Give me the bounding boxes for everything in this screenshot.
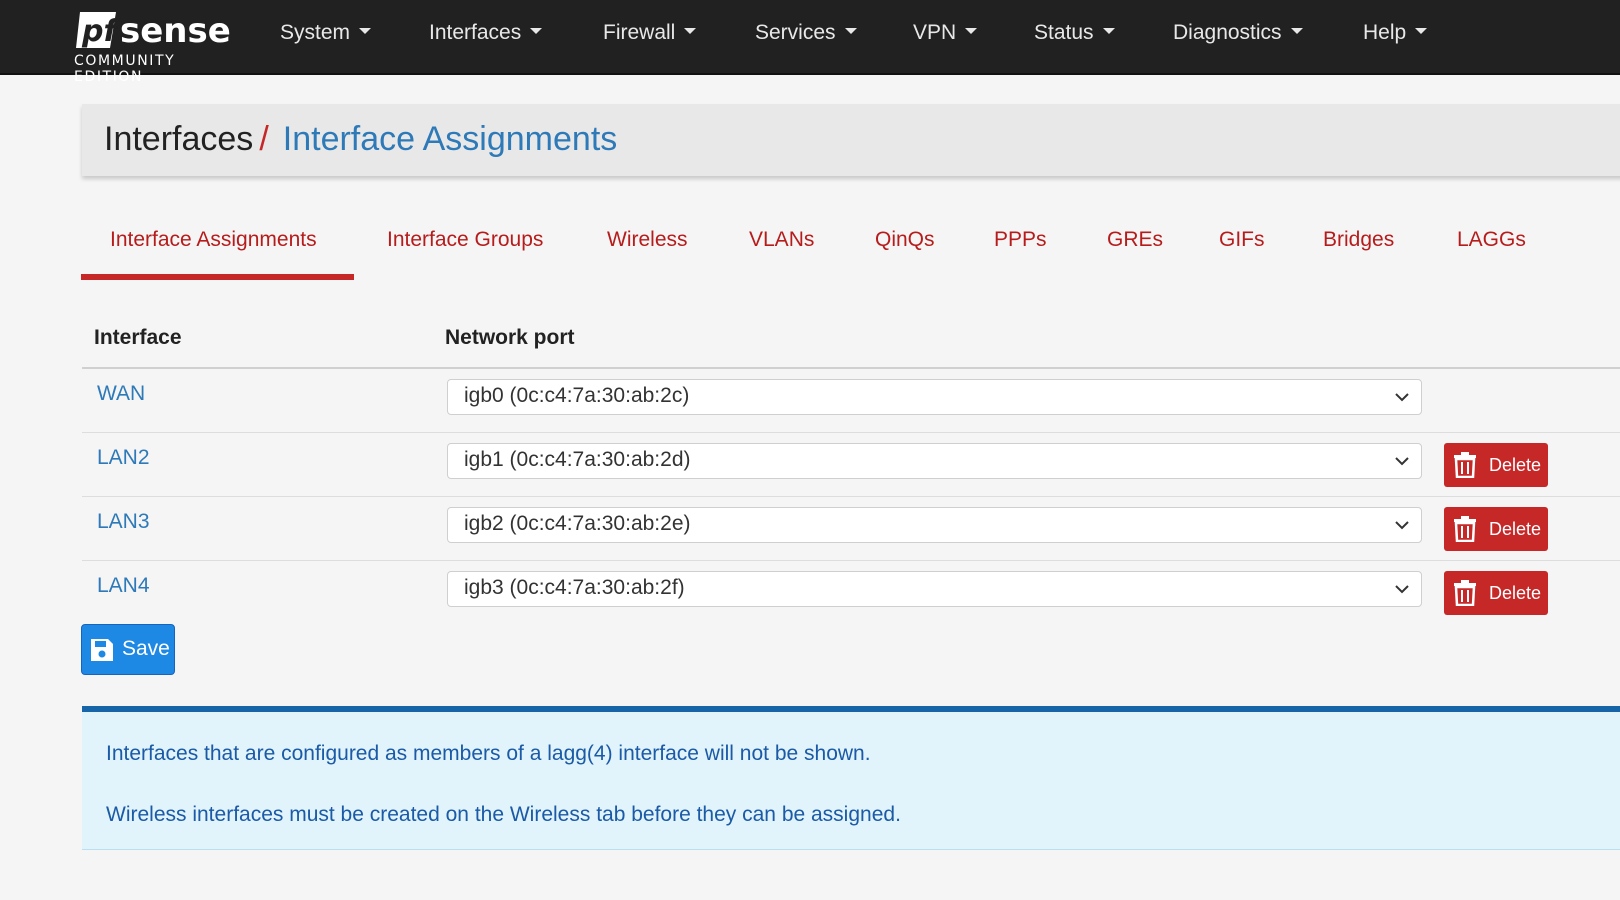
interface-link-wan[interactable]: WAN: [97, 382, 145, 406]
tab-qinqs[interactable]: QinQs: [875, 228, 935, 278]
delete-button-lan2[interactable]: Delete: [1444, 443, 1548, 487]
trash-icon: [1454, 452, 1476, 478]
select-value: igb1 (0c:c4:7a:30:ab:2d): [464, 448, 691, 471]
chevron-down-icon: [1395, 393, 1409, 402]
column-header-network-port: Network port: [445, 326, 575, 349]
nav-item-label: Interfaces: [429, 21, 522, 44]
breadcrumb-panel: Interfaces / Interface Assignments: [82, 104, 1620, 176]
row-divider: [82, 496, 1620, 497]
interface-link-lan4[interactable]: LAN4: [97, 574, 150, 598]
tab-interface-assignments[interactable]: Interface Assignments: [110, 228, 317, 278]
interface-link-lan3[interactable]: LAN3: [97, 510, 150, 534]
nav-services-menu[interactable]: Services: [755, 18, 857, 48]
tab-gres[interactable]: GREs: [1107, 228, 1163, 278]
tab-gifs[interactable]: GIFs: [1219, 228, 1265, 278]
tab-ppps[interactable]: PPPs: [994, 228, 1047, 278]
caret-down-icon: [965, 28, 978, 35]
nav-item-label: Firewall: [603, 21, 676, 44]
chevron-down-icon: [1395, 521, 1409, 530]
nav-vpn-menu[interactable]: VPN: [913, 18, 978, 48]
nav-firewall-menu[interactable]: Firewall: [603, 18, 697, 48]
pfsense-logo[interactable]: pf sense COMMUNITY EDITION: [74, 4, 244, 85]
nav-item-label: Diagnostics: [1173, 21, 1282, 44]
chevron-down-icon: [1395, 457, 1409, 466]
nav-system-menu[interactable]: System: [280, 18, 372, 48]
caret-down-icon: [1102, 28, 1115, 35]
nav-help-menu[interactable]: Help: [1363, 18, 1428, 48]
svg-text:sense: sense: [120, 11, 231, 51]
tab-laggs[interactable]: LAGGs: [1457, 228, 1526, 278]
row-divider: [82, 560, 1620, 561]
column-header-interface: Interface: [94, 326, 182, 349]
caret-down-icon: [359, 28, 372, 35]
info-text-wireless: Wireless interfaces must be created on t…: [106, 803, 901, 826]
tab-interface-groups[interactable]: Interface Groups: [387, 228, 543, 278]
delete-label: Delete: [1489, 583, 1542, 603]
network-port-select-wan[interactable]: igb0 (0c:c4:7a:30:ab:2c): [447, 379, 1422, 415]
caret-down-icon: [1415, 28, 1428, 35]
info-text-lagg: Interfaces that are configured as member…: [106, 742, 871, 765]
table-header-divider: [82, 367, 1620, 369]
breadcrumb: Interfaces / Interface Assignments: [104, 120, 617, 159]
nav-diagnostics-menu[interactable]: Diagnostics: [1173, 18, 1303, 48]
caret-down-icon: [844, 28, 857, 35]
select-value: igb0 (0c:c4:7a:30:ab:2c): [464, 384, 690, 407]
svg-text:pf: pf: [81, 14, 120, 49]
breadcrumb-parent: Interfaces: [104, 120, 254, 158]
delete-label: Delete: [1489, 455, 1542, 475]
active-tab-indicator: [81, 274, 354, 280]
caret-down-icon: [530, 28, 543, 35]
info-alert: Interfaces that are configured as member…: [82, 706, 1620, 850]
nav-item-label: System: [280, 21, 351, 44]
nav-item-label: Services: [755, 21, 836, 44]
save-label: Save: [122, 637, 170, 660]
delete-label: Delete: [1489, 519, 1542, 539]
edition-label: COMMUNITY EDITION: [74, 53, 176, 85]
delete-button-lan4[interactable]: Delete: [1444, 571, 1548, 615]
pfsense-logo-mark: pf sense: [76, 11, 231, 51]
nav-item-label: Help: [1363, 21, 1407, 44]
row-divider: [82, 432, 1620, 433]
caret-down-icon: [1290, 28, 1303, 35]
network-port-select-lan2[interactable]: igb1 (0c:c4:7a:30:ab:2d): [447, 443, 1422, 479]
caret-down-icon: [684, 28, 697, 35]
nav-item-label: VPN: [913, 21, 957, 44]
chevron-down-icon: [1395, 585, 1409, 594]
nav-item-label: Status: [1034, 21, 1094, 44]
floppy-disk-icon: [91, 639, 113, 661]
top-navbar: pf sense COMMUNITY EDITION System Interf…: [0, 0, 1620, 85]
breadcrumb-separator: /: [259, 120, 269, 158]
select-value: igb3 (0c:c4:7a:30:ab:2f): [464, 576, 685, 599]
nav-interfaces-menu[interactable]: Interfaces: [429, 18, 543, 48]
save-button[interactable]: Save: [81, 624, 175, 675]
trash-icon: [1454, 516, 1476, 542]
select-value: igb2 (0c:c4:7a:30:ab:2e): [464, 512, 691, 535]
delete-button-lan3[interactable]: Delete: [1444, 507, 1548, 551]
tab-vlans[interactable]: VLANs: [749, 228, 814, 278]
trash-icon: [1454, 580, 1476, 606]
tab-bridges[interactable]: Bridges: [1323, 228, 1394, 278]
network-port-select-lan3[interactable]: igb2 (0c:c4:7a:30:ab:2e): [447, 507, 1422, 543]
nav-status-menu[interactable]: Status: [1034, 18, 1115, 48]
tab-wireless[interactable]: Wireless: [607, 228, 688, 278]
interface-link-lan2[interactable]: LAN2: [97, 446, 150, 470]
breadcrumb-current-link[interactable]: Interface Assignments: [283, 120, 618, 158]
network-port-select-lan4[interactable]: igb3 (0c:c4:7a:30:ab:2f): [447, 571, 1422, 607]
